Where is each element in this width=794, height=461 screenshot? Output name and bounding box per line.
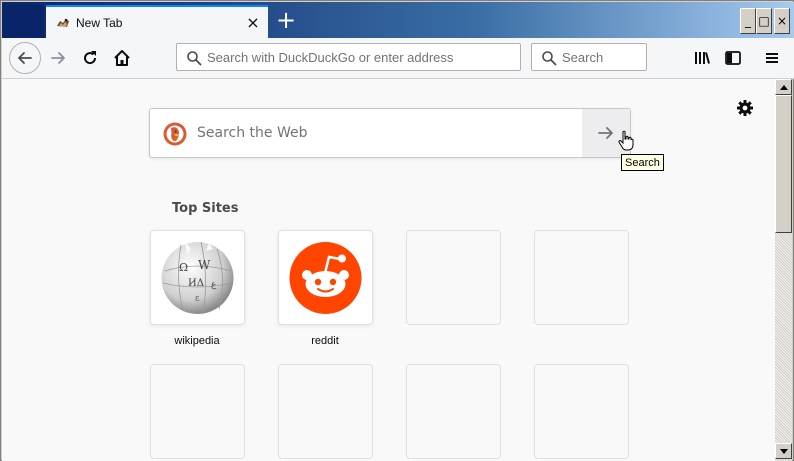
top-site-label: reddit <box>311 335 339 347</box>
top-site-tile-empty <box>406 364 501 459</box>
back-button[interactable] <box>9 42 41 74</box>
tab-strip-left-area <box>5 5 44 38</box>
home-icon <box>114 50 130 66</box>
window-close-button[interactable]: × <box>774 8 790 34</box>
reddit-alien-icon <box>289 242 362 314</box>
forward-button[interactable] <box>42 42 74 74</box>
forward-arrow-icon <box>51 52 65 64</box>
top-site-tile-empty <box>534 230 629 325</box>
scroll-up-button[interactable] <box>775 79 792 95</box>
browser-window: New Tab × + _ □ × Search with DuckDuckGo… <box>0 0 794 461</box>
top-site-tile-empty <box>534 364 629 459</box>
web-search-box[interactable] <box>149 108 631 158</box>
caret-up-icon <box>779 84 788 90</box>
maximize-button[interactable]: □ <box>756 8 772 34</box>
tab-title: New Tab <box>76 16 123 30</box>
address-input[interactable] <box>207 44 512 70</box>
new-tab-page: Search Top Sites <box>2 79 775 461</box>
library-button[interactable] <box>686 42 718 74</box>
caret-down-icon <box>779 448 788 454</box>
duckduckgo-logo-icon <box>163 122 187 146</box>
search-icon <box>187 51 202 66</box>
svg-text:ИΔ: ИΔ <box>188 278 204 289</box>
svg-text:Ω: Ω <box>179 261 188 274</box>
search-icon <box>542 51 557 66</box>
scrollbar-thumb[interactable] <box>775 95 792 233</box>
reload-icon <box>84 51 97 65</box>
sidebar-icon <box>725 51 741 65</box>
top-site-tile-empty <box>406 230 501 325</box>
address-bar[interactable] <box>176 43 521 71</box>
tab-new-tab[interactable]: New Tab × <box>46 5 268 39</box>
arrow-right-icon <box>598 127 613 139</box>
back-arrow-icon <box>18 52 32 64</box>
svg-text:ε: ε <box>195 294 200 304</box>
home-button[interactable] <box>106 42 138 74</box>
minimize-button[interactable]: _ <box>740 8 756 34</box>
gear-icon[interactable] <box>736 99 754 117</box>
new-tab-button[interactable]: + <box>274 8 298 33</box>
top-site-tile-wikipedia[interactable]: Ω W ИΔ ع ε <box>150 230 245 325</box>
sidebar-button[interactable] <box>717 42 749 74</box>
svg-text:ع: ع <box>211 280 217 290</box>
search-input[interactable] <box>562 44 642 70</box>
web-search-input[interactable] <box>197 109 577 157</box>
scroll-down-button[interactable] <box>775 443 792 459</box>
top-site-tile-empty <box>150 364 245 459</box>
top-site-label: wikipedia <box>174 335 220 347</box>
top-site-tile-empty <box>278 364 373 459</box>
menu-button[interactable] <box>756 42 788 74</box>
navigation-toolbar <box>2 38 794 79</box>
top-site-tile-reddit[interactable] <box>278 230 373 325</box>
hand-cursor-icon <box>618 130 634 151</box>
search-tooltip: Search <box>621 154 664 171</box>
tab-favicon-icon <box>57 18 69 27</box>
tab-close-icon[interactable]: × <box>245 15 261 31</box>
search-bar[interactable] <box>531 43 647 71</box>
library-icon <box>695 52 710 64</box>
reload-button[interactable] <box>74 42 106 74</box>
vertical-scrollbar[interactable] <box>775 79 792 461</box>
svg-text:W: W <box>198 258 211 272</box>
wikipedia-globe-icon: Ω W ИΔ ع ε <box>161 241 234 315</box>
top-sites-heading: Top Sites <box>172 201 239 216</box>
hamburger-menu-icon <box>766 53 778 63</box>
tab-strip: New Tab × + _ □ × <box>2 2 794 39</box>
